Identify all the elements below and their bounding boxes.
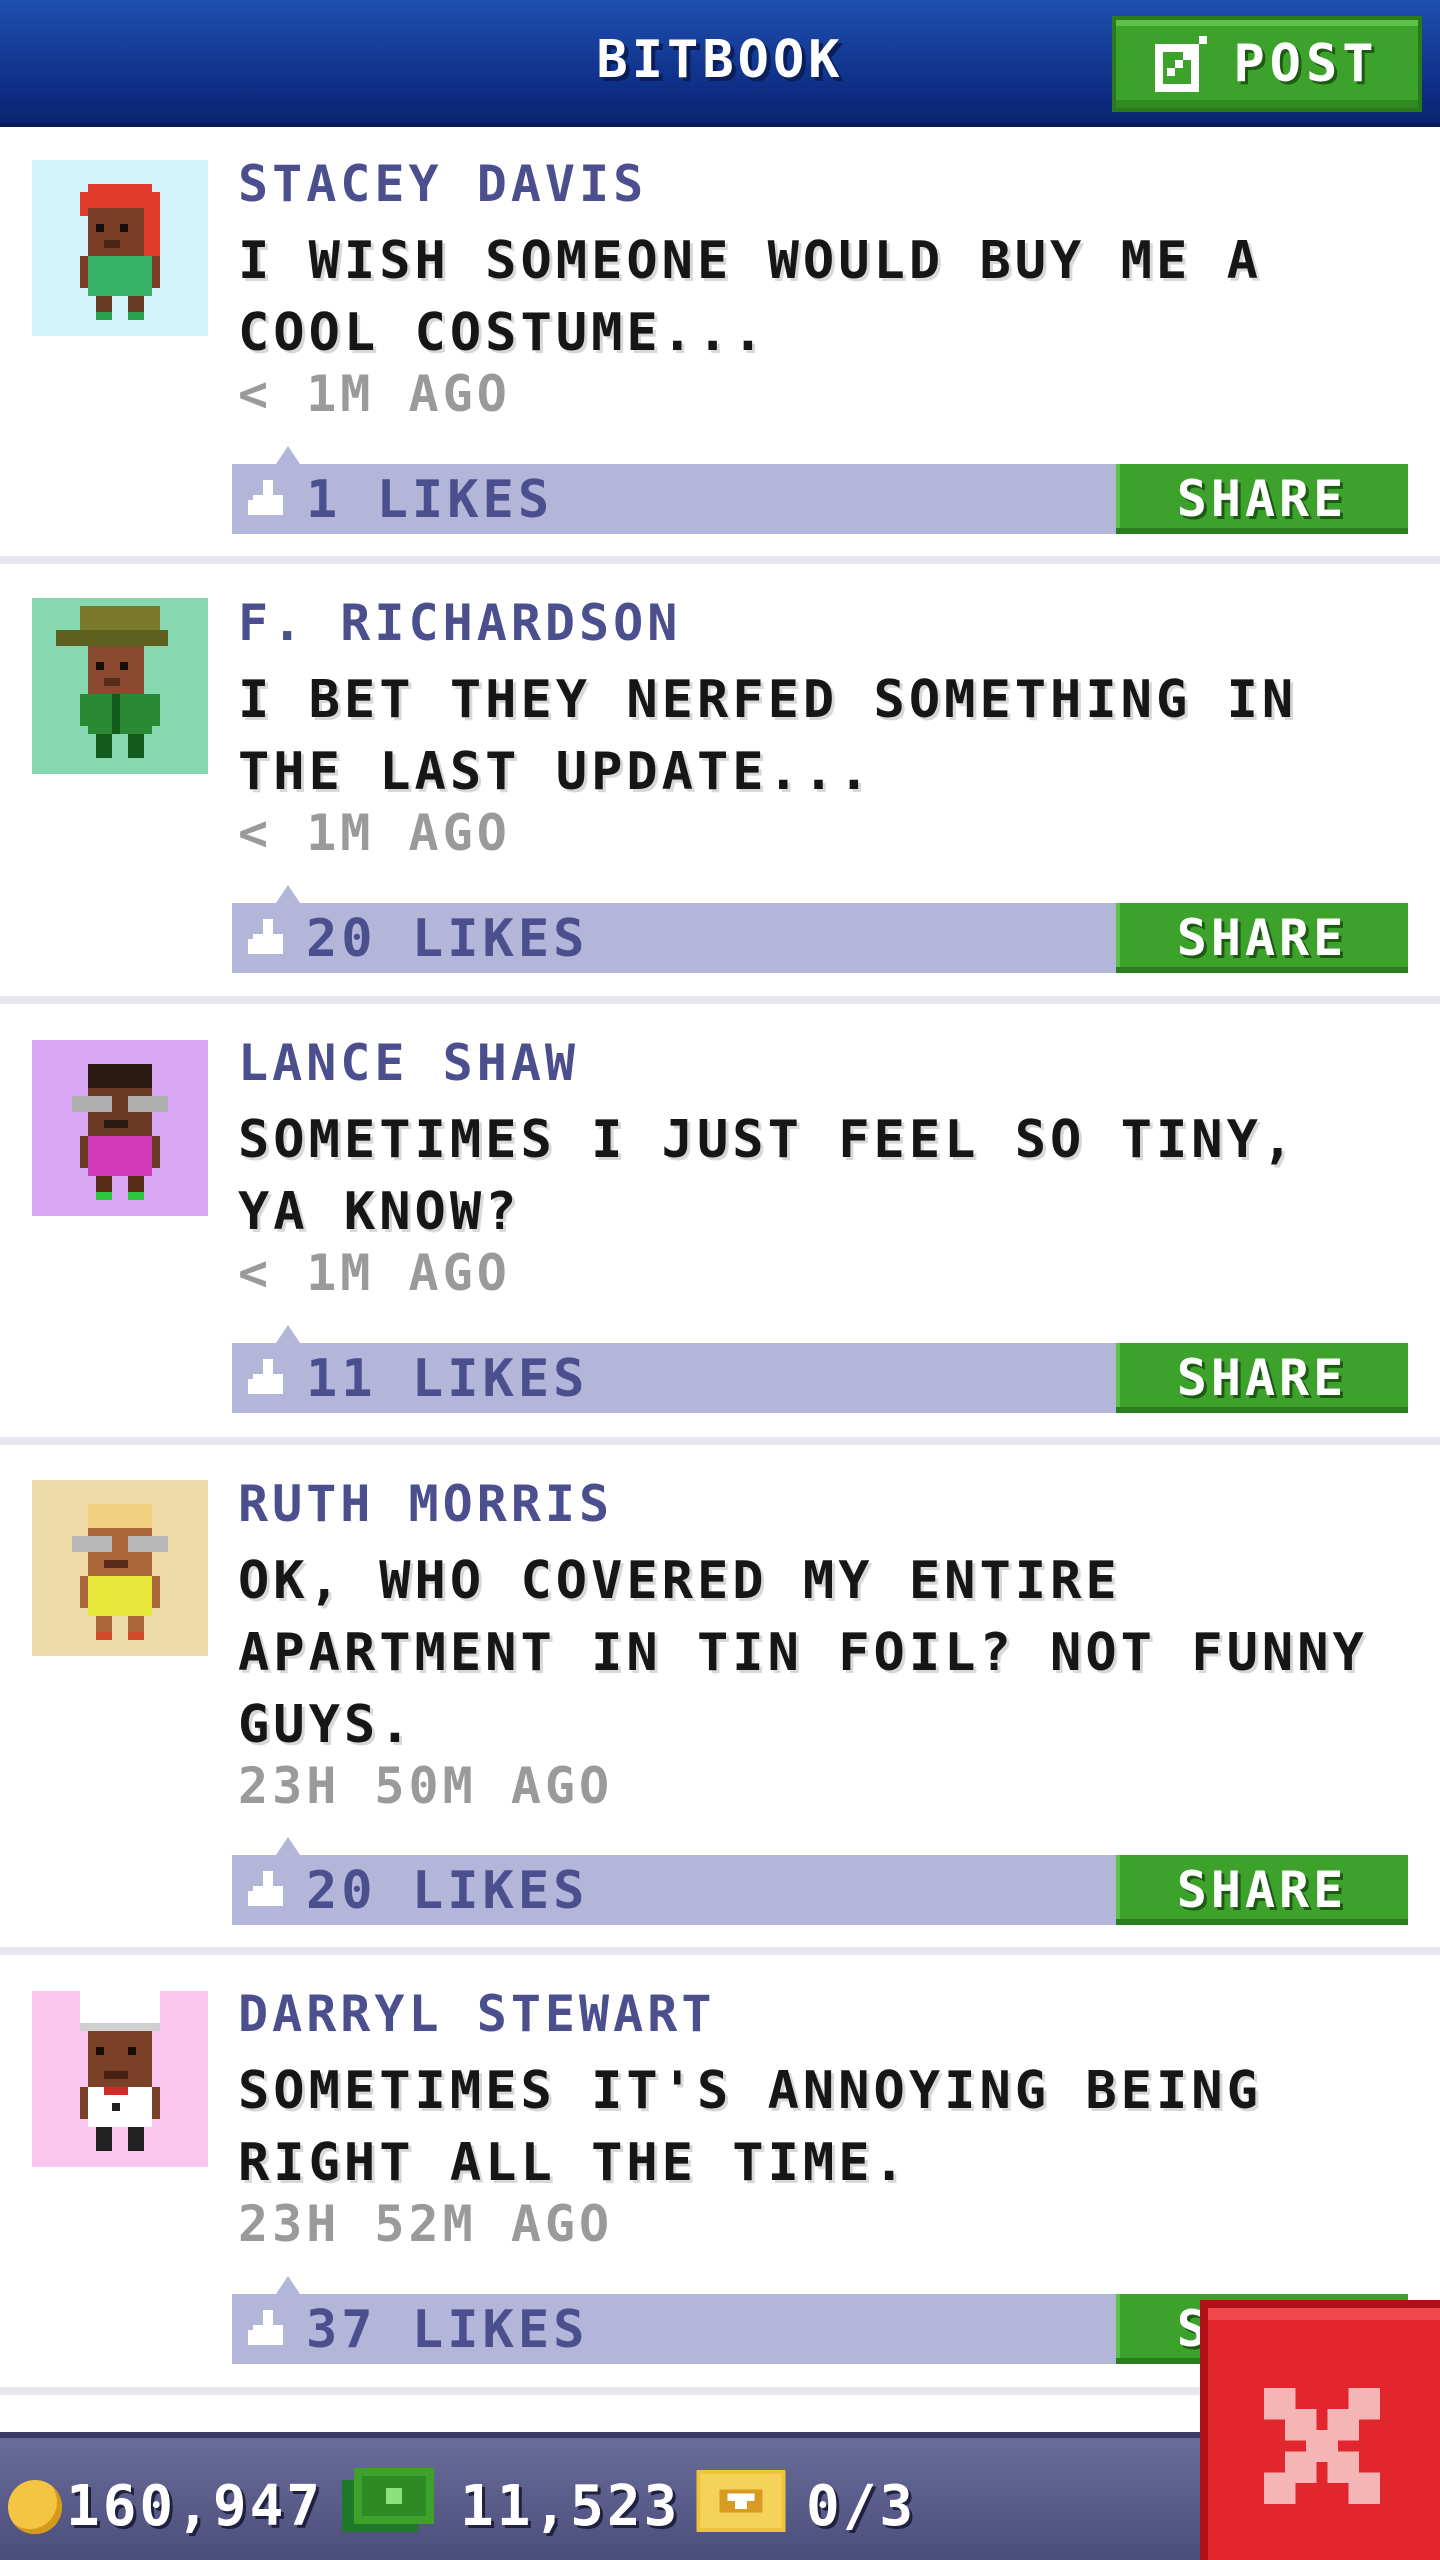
- share-button[interactable]: SHARE: [1116, 1343, 1408, 1413]
- avatar: [32, 1480, 208, 1656]
- likes-count: 37 LIKES: [306, 2300, 589, 2360]
- likes-count: 20 LIKES: [306, 909, 589, 969]
- coins-count: 160,947: [66, 2474, 324, 2539]
- post-message: I WISH SOMEONE WOULD BUY ME A COOL COSTU…: [238, 231, 1262, 363]
- like-bubble-tail: [276, 1837, 300, 1855]
- share-button[interactable]: SHARE: [1116, 1855, 1408, 1925]
- bux-count: 11,523: [460, 2474, 681, 2539]
- tickets-count: 0/3: [806, 2474, 917, 2539]
- likes-count: 1 LIKES: [306, 470, 554, 530]
- thumbs-up-icon[interactable]: [248, 919, 288, 959]
- edit-icon: [1155, 36, 1208, 92]
- post-time: 23H 52M AGO: [238, 2195, 614, 2253]
- post-time: < 1M AGO: [238, 804, 511, 862]
- share-button[interactable]: SHARE: [1116, 464, 1408, 534]
- post-message: SOMETIMES I JUST FEEL SO TINY, YA KNOW?: [238, 1110, 1298, 1242]
- share-button[interactable]: SHARE: [1116, 903, 1408, 973]
- feed-post: STACEY DAVIS I WISH SOMEONE WOULD BUY ME…: [0, 131, 1440, 564]
- like-bubble-tail: [276, 446, 300, 464]
- ticket-icon: [696, 2470, 786, 2532]
- like-bubble-tail: [276, 1325, 300, 1343]
- close-icon: [1264, 2388, 1380, 2504]
- thumbs-up-icon[interactable]: [248, 480, 288, 520]
- likes-count: 11 LIKES: [306, 1349, 589, 1409]
- app-header: BITBOOK POST: [0, 0, 1440, 127]
- like-bar: 20 LIKES SHARE: [232, 1837, 1408, 1925]
- close-button[interactable]: [1200, 2300, 1440, 2560]
- avatar: [32, 1040, 208, 1216]
- post-author[interactable]: RUTH MORRIS: [238, 1475, 613, 1533]
- bux-icon: [342, 2468, 434, 2532]
- avatar: [32, 1991, 208, 2167]
- post-time: < 1M AGO: [238, 365, 511, 423]
- post-button[interactable]: POST: [1112, 16, 1422, 112]
- post-button-label: POST: [1233, 34, 1379, 94]
- post-author[interactable]: F. RICHARDSON: [238, 594, 681, 652]
- like-bubble-tail: [276, 2276, 300, 2294]
- post-time: < 1M AGO: [238, 1244, 511, 1302]
- post-message: SOMETIMES IT'S ANNOYING BEING RIGHT ALL …: [238, 2061, 1262, 2193]
- post-message: I BET THEY NERFED SOMETHING IN THE LAST …: [238, 670, 1298, 802]
- post-author[interactable]: DARRYL STEWART: [238, 1985, 715, 2043]
- coin-icon: [8, 2480, 62, 2534]
- avatar: [32, 598, 208, 774]
- like-bar: 20 LIKES SHARE: [232, 885, 1408, 973]
- thumbs-up-icon[interactable]: [248, 2310, 288, 2350]
- like-bar: 11 LIKES SHARE: [232, 1325, 1408, 1413]
- post-message: OK, WHO COVERED MY ENTIRE APARTMENT IN T…: [238, 1551, 1368, 1755]
- feed-post: F. RICHARDSON I BET THEY NERFED SOMETHIN…: [0, 564, 1440, 1004]
- like-bar: 1 LIKES SHARE: [232, 446, 1408, 534]
- post-author[interactable]: STACEY DAVIS: [238, 155, 647, 213]
- thumbs-up-icon[interactable]: [248, 1871, 288, 1911]
- like-bubble-tail: [276, 885, 300, 903]
- post-author[interactable]: LANCE SHAW: [238, 1034, 579, 1092]
- avatar: [32, 160, 208, 336]
- post-time: 23H 50M AGO: [238, 1757, 614, 1815]
- feed-post: RUTH MORRIS OK, WHO COVERED MY ENTIRE AP…: [0, 1445, 1440, 1955]
- thumbs-up-icon[interactable]: [248, 1359, 288, 1399]
- feed-post: LANCE SHAW SOMETIMES I JUST FEEL SO TINY…: [0, 1004, 1440, 1445]
- likes-count: 20 LIKES: [306, 1861, 589, 1921]
